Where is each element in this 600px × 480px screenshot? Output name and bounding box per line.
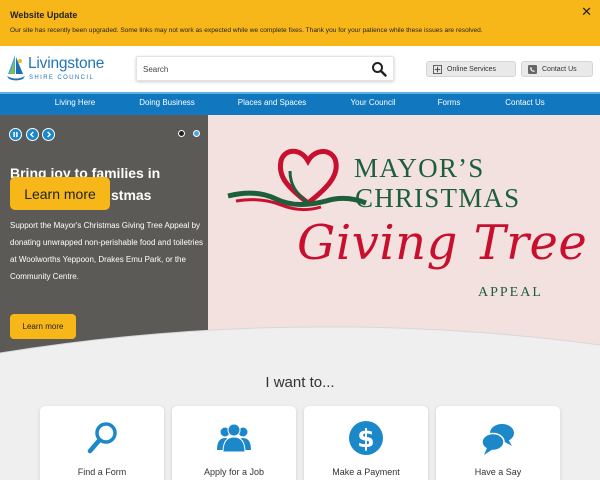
website-update-alert: Website Update Our site has recently bee… [0, 0, 600, 46]
nav-item-doing-business[interactable]: Doing Business [139, 98, 195, 107]
phone-icon [528, 64, 537, 74]
sail-logo-icon [7, 55, 25, 81]
site-header: Livingstone SHIRE COUNCIL Online Service… [0, 46, 600, 92]
pause-icon[interactable] [9, 128, 22, 141]
carousel-dot-2-active[interactable] [193, 130, 200, 137]
magnifier-icon [87, 422, 117, 454]
contact-us-button[interactable]: Contact Us [521, 61, 593, 77]
hero-text-panel: Bring joy to families in stmas Learn mor… [0, 115, 208, 355]
people-icon [217, 423, 251, 453]
carousel-dot-1[interactable] [178, 130, 185, 137]
site-logo[interactable]: Livingstone SHIRE COUNCIL [6, 54, 110, 86]
contact-us-label: Contact Us [542, 65, 577, 73]
find-a-form-card[interactable]: Find a Form [40, 406, 164, 480]
dollar-icon: $ [349, 421, 383, 455]
search-input[interactable] [143, 61, 363, 77]
chevron-left-icon[interactable] [26, 128, 39, 141]
card-label: Make a Payment [332, 467, 400, 477]
card-label: Find a Form [77, 467, 127, 477]
grid-plus-icon [433, 64, 442, 74]
banner-mayors-text: MAYOR’S [354, 153, 485, 183]
online-services-button[interactable]: Online Services [426, 61, 516, 77]
card-label: Have a Say [474, 467, 522, 477]
nav-item-your-council[interactable]: Your Council [350, 98, 395, 107]
learn-more-button[interactable]: Learn more [10, 314, 76, 339]
nav-item-forms[interactable]: Forms [438, 98, 461, 107]
banner-appeal-text: APPEAL [478, 285, 543, 300]
make-a-payment-card[interactable]: $ Make a Payment [304, 406, 428, 480]
logo-subtitle: SHIRE COUNCIL [29, 75, 95, 81]
have-a-say-card[interactable]: Have a Say [436, 406, 560, 480]
hero-description: Support the Mayor's Christmas Giving Tre… [10, 221, 204, 281]
close-icon[interactable]: ✕ [581, 4, 592, 20]
alert-message: Our site has recently been upgraded. Som… [10, 27, 483, 34]
search-icon[interactable] [371, 61, 387, 77]
online-services-label: Online Services [447, 65, 497, 73]
nav-item-living-here[interactable]: Living Here [55, 98, 95, 107]
svg-text:$: $ [357, 424, 374, 453]
hero-carousel: MAYOR’S CHRISTMAS Giving Tree APPEAL Bri… [0, 115, 600, 355]
apply-for-a-job-card[interactable]: Apply for a Job [172, 406, 296, 480]
main-navigation: Living Here Doing Business Places and Sp… [0, 92, 600, 115]
logo-title: Livingstone [28, 55, 105, 72]
nav-item-places-and-spaces[interactable]: Places and Spaces [238, 98, 307, 107]
banner-giving-tree-text: Giving Tree [297, 215, 588, 271]
speech-bubbles-icon [481, 424, 514, 455]
card-label: Apply for a Job [203, 467, 265, 477]
alert-title: Website Update [10, 10, 78, 20]
banner-christmas-text: CHRISTMAS [355, 183, 521, 213]
nav-item-contact-us[interactable]: Contact Us [505, 98, 545, 107]
chevron-right-icon[interactable] [42, 128, 55, 141]
learn-more-button-large[interactable]: Learn more [10, 177, 110, 210]
i-want-to-heading: I want to... [265, 374, 335, 391]
search-box [136, 56, 394, 81]
